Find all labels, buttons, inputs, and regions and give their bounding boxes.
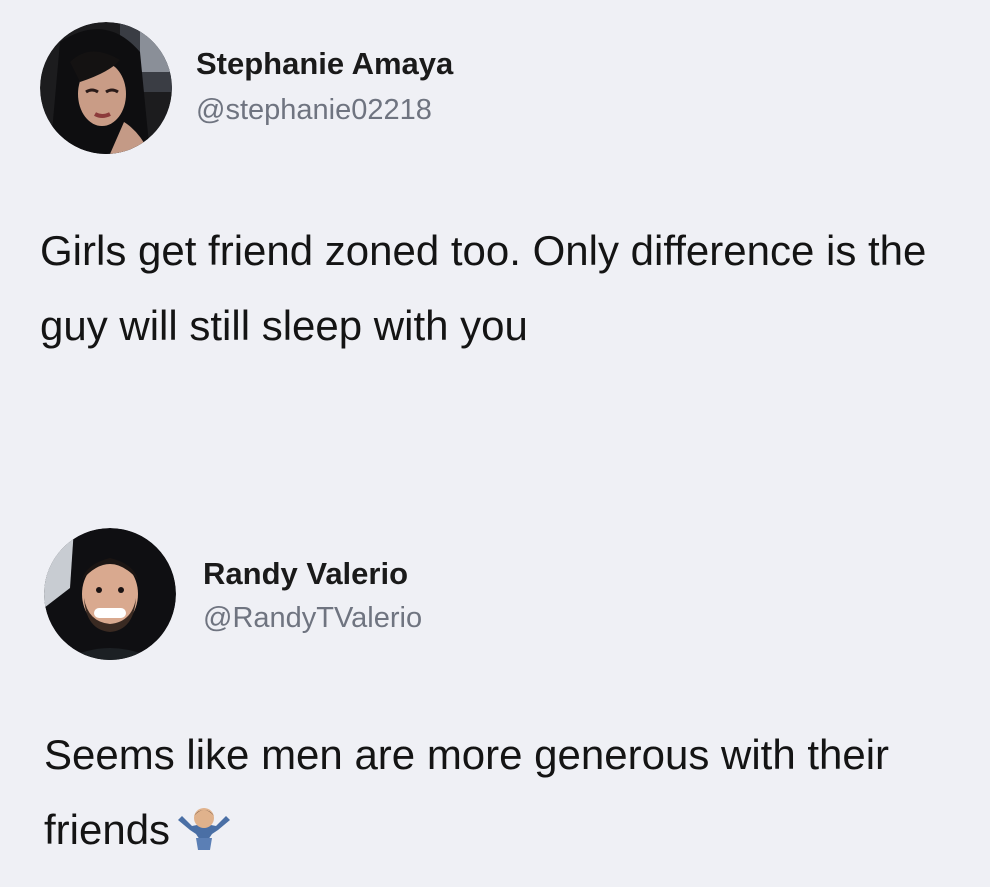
profile-photo-man-icon [44,528,176,660]
avatar-randy[interactable] [44,528,176,660]
tweet-text: Girls get friend zoned too. Only differe… [40,227,927,349]
author-name[interactable]: Stephanie Amaya [196,46,453,82]
author-name[interactable]: Randy Valerio [203,556,408,592]
person-shrugging-emoji-icon [176,806,232,850]
author-handle[interactable]: @RandyTValerio [203,602,422,635]
author-handle[interactable]: @stephanie02218 [196,94,432,127]
tweet-text-content: Seems like men are more generous with th… [44,731,890,853]
tweet-text: Seems like men are more generous with th… [44,717,964,867]
screenshot-page: Stephanie Amaya @stephanie02218 Girls ge… [0,0,990,887]
profile-photo-woman-icon [40,22,172,154]
avatar-stephanie[interactable] [40,22,172,154]
